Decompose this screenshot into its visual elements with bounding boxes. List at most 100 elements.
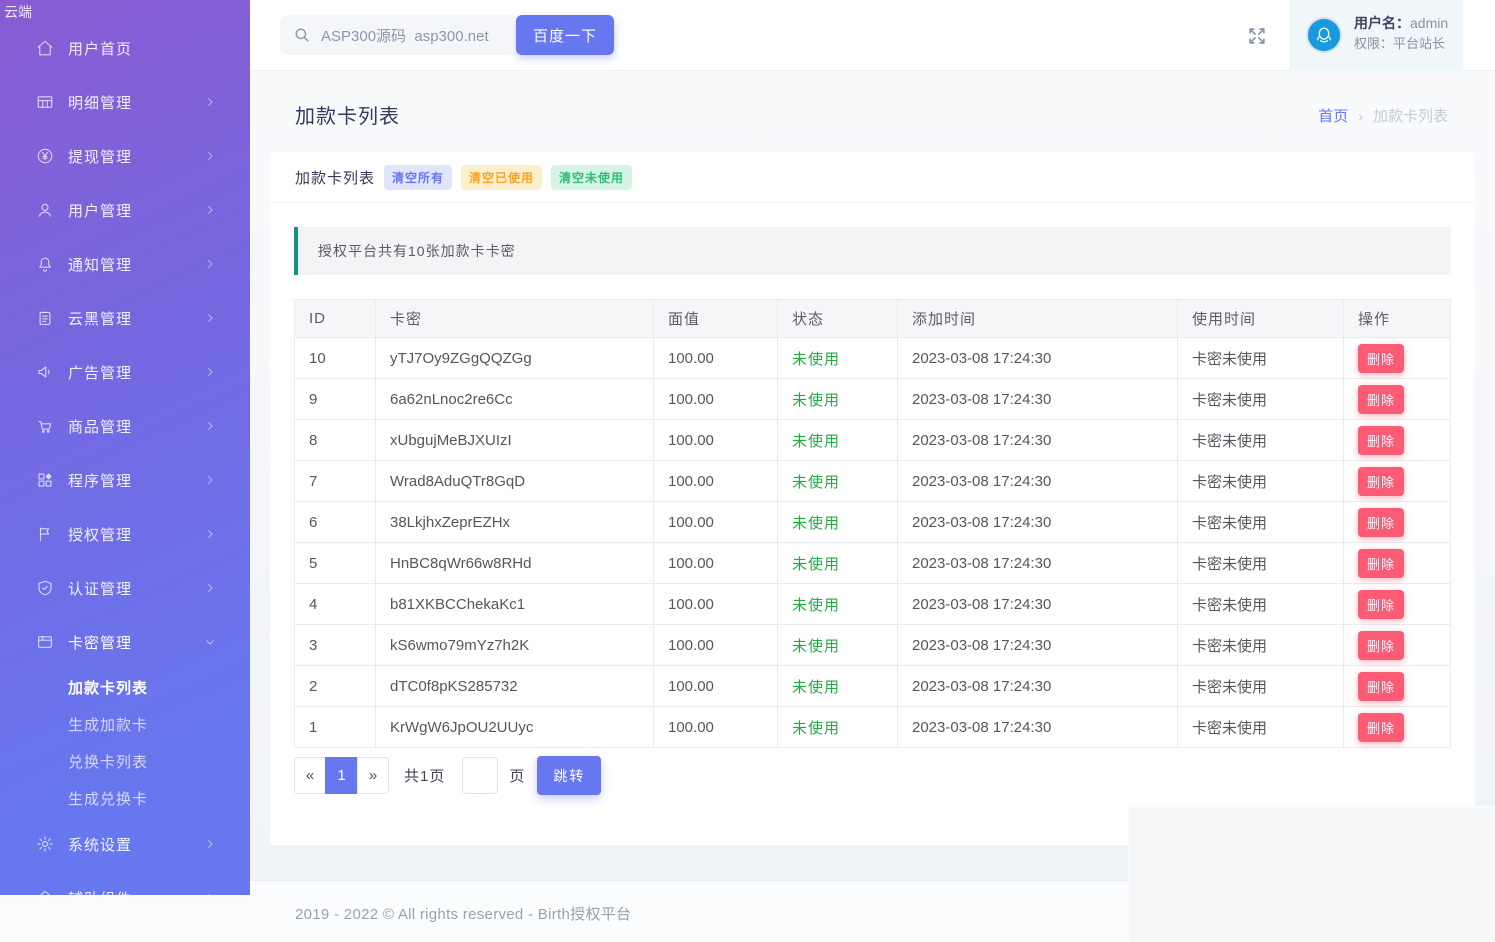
cell-action: 删除 (1344, 625, 1451, 666)
sidebar-item-cert[interactable]: 认证管理 (0, 561, 250, 615)
cell-added-time: 2023-03-08 17:24:30 (898, 543, 1178, 584)
breadcrumb-home-link[interactable]: 首页 (1318, 105, 1348, 126)
clear-unused-button[interactable]: 清空未使用 (551, 165, 632, 190)
cell-added-time: 2023-03-08 17:24:30 (898, 461, 1178, 502)
cell-status: 未使用 (778, 461, 898, 502)
cell-code: yTJ7Oy9ZGgQQZGg (376, 338, 654, 379)
clear-all-button[interactable]: 清空所有 (384, 165, 452, 190)
brand: 云端 (4, 2, 32, 22)
sidebar-item-label: 提现管理 (68, 146, 132, 167)
table-row: 7 Wrad8AduQTr8GqD 100.00 未使用 2023-03-08 … (295, 461, 1451, 502)
sidebar-item-user[interactable]: 用户管理 (0, 183, 250, 237)
sidebar-item-label: 通知管理 (68, 254, 132, 275)
chevron-down-icon (204, 636, 216, 648)
fullscreen-icon[interactable] (1246, 25, 1268, 47)
status-text: 未使用 (792, 720, 840, 737)
sidebar-subitem-recharge-card-list[interactable]: 加款卡列表 (0, 669, 250, 706)
card-header: 加款卡列表 清空所有 清空已使用 清空未使用 (270, 152, 1475, 203)
delete-button[interactable]: 删除 (1358, 590, 1404, 619)
delete-button[interactable]: 删除 (1358, 385, 1404, 414)
widget-icon (36, 889, 54, 895)
sidebar-item-label: 授权管理 (68, 524, 132, 545)
page-jump-input[interactable] (462, 757, 498, 794)
cell-added-time: 2023-03-08 17:24:30 (898, 666, 1178, 707)
cell-added-time: 2023-03-08 17:24:30 (898, 707, 1178, 748)
cell-added-time: 2023-03-08 17:24:30 (898, 502, 1178, 543)
delete-button[interactable]: 删除 (1358, 672, 1404, 701)
shield-check-icon (36, 579, 54, 597)
jump-button[interactable]: 跳转 (537, 756, 601, 795)
delete-button[interactable]: 删除 (1358, 344, 1404, 373)
sidebar-item-goods[interactable]: 商品管理 (0, 399, 250, 453)
table-header-row: ID 卡密 面值 状态 添加时间 使用时间 操作 (295, 300, 1451, 338)
user-name: 用户名：admin (1354, 13, 1448, 33)
table-row: 4 b81XKBCChekaKc1 100.00 未使用 2023-03-08 … (295, 584, 1451, 625)
sidebar-item-label: 明细管理 (68, 92, 132, 113)
delete-button[interactable]: 删除 (1358, 631, 1404, 660)
table-row: 6 38LkjhxZeprEZHx 100.00 未使用 2023-03-08 … (295, 502, 1451, 543)
sidebar-item-home[interactable]: 用户首页 (0, 21, 250, 75)
pagination-next-button[interactable]: » (357, 757, 389, 794)
cell-action: 删除 (1344, 379, 1451, 420)
cell-code: HnBC8qWr66w8RHd (376, 543, 654, 584)
cell-value: 100.00 (654, 502, 778, 543)
sidebar-item-blacklist[interactable]: 云黑管理 (0, 291, 250, 345)
sidebar-item-label: 程序管理 (68, 470, 132, 491)
sidebar-subitem-generate-recharge-card[interactable]: 生成加款卡 (0, 706, 250, 743)
cart-icon (36, 417, 54, 435)
cell-used-time: 卡密未使用 (1178, 420, 1344, 461)
table-icon (36, 93, 54, 111)
delete-button[interactable]: 删除 (1358, 467, 1404, 496)
search-input[interactable] (280, 15, 513, 55)
sidebar-item-label: 用户首页 (68, 38, 132, 59)
card-window-icon (36, 633, 54, 651)
cardkey-table: ID 卡密 面值 状态 添加时间 使用时间 操作 10 yTJ7Oy9ZGgQQ… (294, 299, 1451, 748)
sidebar-item-authorize[interactable]: 授权管理 (0, 507, 250, 561)
cell-code: kS6wmo79mYz7h2K (376, 625, 654, 666)
status-text: 未使用 (792, 433, 840, 450)
sidebar-item-ads[interactable]: 广告管理 (0, 345, 250, 399)
sidebar-subitem-redeem-card-list[interactable]: 兑换卡列表 (0, 743, 250, 780)
user-menu[interactable]: 用户名：admin 权限：平台站长 (1290, 0, 1463, 71)
sidebar-item-detail[interactable]: 明细管理 (0, 75, 250, 129)
cell-status: 未使用 (778, 625, 898, 666)
cell-value: 100.00 (654, 461, 778, 502)
table-row: 2 dTC0f8pKS285732 100.00 未使用 2023-03-08 … (295, 666, 1451, 707)
cell-id: 3 (295, 625, 376, 666)
col-header-added: 添加时间 (898, 300, 1178, 338)
cell-id: 10 (295, 338, 376, 379)
sidebar-item-cardkey[interactable]: 卡密管理 (0, 615, 250, 669)
delete-button[interactable]: 删除 (1358, 713, 1404, 742)
clear-used-button[interactable]: 清空已使用 (461, 165, 542, 190)
status-text: 未使用 (792, 392, 840, 409)
apps-icon (36, 471, 54, 489)
delete-button[interactable]: 删除 (1358, 549, 1404, 578)
chevron-right-icon (204, 96, 216, 108)
delete-button[interactable]: 删除 (1358, 508, 1404, 537)
cell-value: 100.00 (654, 584, 778, 625)
sidebar-subitem-generate-redeem-card[interactable]: 生成兑换卡 (0, 780, 250, 817)
cell-value: 100.00 (654, 625, 778, 666)
breadcrumb-separator-icon: › (1358, 108, 1363, 124)
sidebar-item-program[interactable]: 程序管理 (0, 453, 250, 507)
cell-action: 删除 (1344, 707, 1451, 748)
search-button[interactable]: 百度一下 (516, 15, 614, 55)
sidebar-item-addons[interactable]: 辅助组件 (0, 871, 250, 895)
chevron-right-icon (204, 150, 216, 162)
delete-button[interactable]: 删除 (1358, 426, 1404, 455)
user-role: 权限：平台站长 (1354, 33, 1445, 52)
table-row: 5 HnBC8qWr66w8RHd 100.00 未使用 2023-03-08 … (295, 543, 1451, 584)
table-row: 10 yTJ7Oy9ZGgQQZGg 100.00 未使用 2023-03-08… (295, 338, 1451, 379)
breadcrumb: 首页 › 加款卡列表 (1318, 105, 1448, 126)
sidebar-item-label: 卡密管理 (68, 632, 132, 653)
cell-used-time: 卡密未使用 (1178, 502, 1344, 543)
cell-value: 100.00 (654, 338, 778, 379)
overlay-placeholder-box (1128, 806, 1495, 942)
cell-used-time: 卡密未使用 (1178, 338, 1344, 379)
sidebar-item-notice[interactable]: 通知管理 (0, 237, 250, 291)
sidebar-item-withdraw[interactable]: 提现管理 (0, 129, 250, 183)
sidebar-item-system[interactable]: 系统设置 (0, 817, 250, 871)
pagination-page-1[interactable]: 1 (325, 757, 358, 794)
cell-code: Wrad8AduQTr8GqD (376, 461, 654, 502)
pagination-prev-button[interactable]: « (294, 757, 326, 794)
